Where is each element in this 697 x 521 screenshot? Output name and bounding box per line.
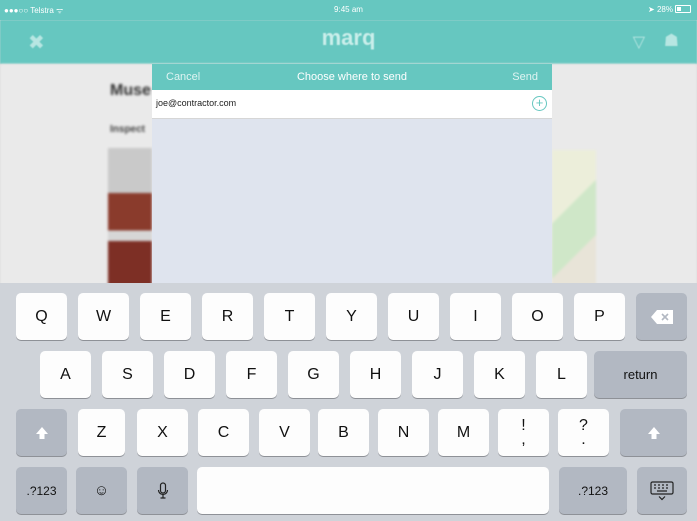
key-comma-label: ,	[521, 430, 526, 448]
keyboard-dismiss-icon	[650, 480, 674, 500]
onscreen-keyboard: Q W E R T Y U I O P A S D F G H J K L re…	[0, 283, 697, 521]
filter-icon[interactable]: ▽	[633, 32, 645, 52]
app-logo: marq	[321, 25, 376, 50]
key-y[interactable]: Y	[326, 293, 377, 340]
shift-key-right[interactable]	[620, 409, 687, 456]
shift-icon	[647, 426, 660, 439]
key-c[interactable]: C	[198, 409, 249, 456]
recipient-email[interactable]: joe@contractor.com	[156, 98, 236, 108]
key-period-label: .	[581, 430, 586, 448]
space-bar[interactable]	[197, 467, 549, 514]
key-k[interactable]: K	[474, 351, 525, 398]
key-p[interactable]: P	[574, 293, 625, 340]
dictation-key[interactable]	[137, 467, 188, 514]
key-z[interactable]: Z	[78, 409, 125, 456]
map-thumbnail	[552, 150, 596, 290]
battery-indicator: ➤ 28%	[648, 5, 691, 14]
app-nav-bar: ✖ marq ▽ ☗	[0, 20, 697, 64]
emoji-key[interactable]: ☺	[76, 467, 127, 514]
key-r[interactable]: R	[202, 293, 253, 340]
key-m[interactable]: M	[438, 409, 489, 456]
bag-icon[interactable]: ☗	[664, 31, 679, 51]
key-o[interactable]: O	[512, 293, 563, 340]
recipient-field[interactable]: joe@contractor.com +	[152, 90, 552, 119]
dismiss-keyboard-key[interactable]	[637, 467, 687, 514]
key-u[interactable]: U	[388, 293, 439, 340]
key-i[interactable]: I	[450, 293, 501, 340]
page-title: Muse	[110, 82, 151, 99]
key-exclamation-comma[interactable]: !,	[498, 409, 549, 456]
key-q[interactable]: Q	[16, 293, 67, 340]
key-e[interactable]: E	[140, 293, 191, 340]
page-subtitle: Inspect	[110, 124, 146, 135]
modal-header: Cancel Choose where to send Send	[152, 64, 552, 90]
key-f[interactable]: F	[226, 351, 277, 398]
key-question-period[interactable]: ?.	[558, 409, 609, 456]
key-d[interactable]: D	[164, 351, 215, 398]
battery-percent: 28%	[656, 5, 673, 14]
inspection-photo	[108, 148, 152, 298]
add-recipient-icon[interactable]: +	[532, 96, 547, 111]
key-g[interactable]: G	[288, 351, 339, 398]
microphone-icon	[157, 481, 168, 499]
shift-icon	[35, 426, 48, 439]
key-j[interactable]: J	[412, 351, 463, 398]
key-a[interactable]: A	[40, 351, 91, 398]
key-b[interactable]: B	[318, 409, 369, 456]
key-l[interactable]: L	[536, 351, 587, 398]
key-w[interactable]: W	[78, 293, 129, 340]
backspace-key[interactable]	[636, 293, 687, 340]
shift-key-left[interactable]	[16, 409, 67, 456]
backspace-icon	[650, 309, 673, 324]
emoji-icon: ☺	[93, 482, 110, 499]
key-x[interactable]: X	[137, 409, 188, 456]
key-t[interactable]: T	[264, 293, 315, 340]
send-modal: Cancel Choose where to send Send joe@con…	[152, 64, 552, 294]
key-n[interactable]: N	[378, 409, 429, 456]
battery-icon	[675, 5, 691, 13]
key-h[interactable]: H	[350, 351, 401, 398]
status-bar: ●●●○○ Telstra ᯤ 9:45 am ➤ 28%	[0, 0, 697, 20]
numbers-key-left[interactable]: .?123	[16, 467, 67, 514]
numbers-key-right[interactable]: .?123	[559, 467, 627, 514]
modal-title: Choose where to send	[296, 71, 408, 83]
return-key[interactable]: return	[594, 351, 687, 398]
send-button[interactable]: Send	[512, 71, 538, 83]
key-s[interactable]: S	[102, 351, 153, 398]
key-v[interactable]: V	[259, 409, 310, 456]
clock: 9:45 am	[334, 5, 363, 14]
